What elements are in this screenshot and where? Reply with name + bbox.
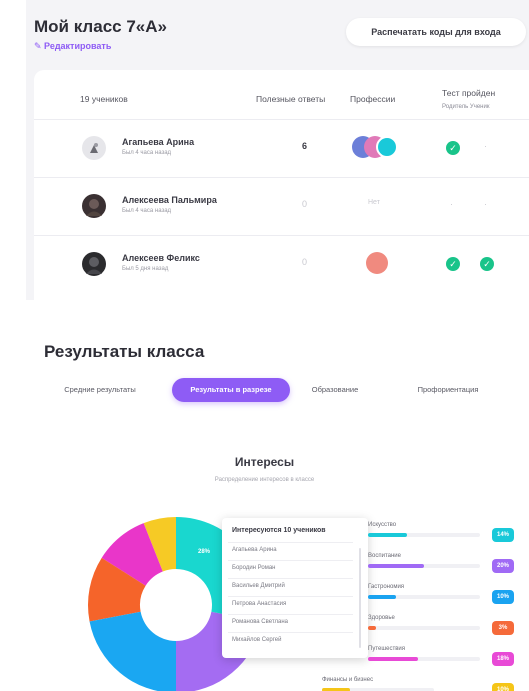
- edit-class-link[interactable]: ✎ Редактировать: [34, 41, 111, 52]
- tab-average[interactable]: Средние результаты: [50, 378, 150, 402]
- bar-track: [368, 595, 480, 599]
- col-answers: Полезные ответы: [256, 94, 326, 104]
- bar-label: Искусство: [368, 522, 397, 528]
- bar-fill: [368, 657, 419, 661]
- popup-divider: [228, 596, 353, 597]
- profession-dot[interactable]: [376, 136, 398, 158]
- students-table: 19 учеников Полезные ответы Профессии Те…: [34, 70, 529, 300]
- popup-divider: [228, 542, 353, 543]
- tab-career[interactable]: Профориентация: [400, 378, 496, 402]
- col-professions: Профессии: [350, 94, 396, 104]
- avatar: [82, 136, 106, 160]
- answers-count: 0: [302, 199, 308, 209]
- bar-fill: [368, 626, 377, 630]
- bar-fill: [368, 595, 396, 599]
- bar-percent-badge: 10%: [492, 683, 514, 691]
- bar-label: Путешествия: [368, 646, 406, 652]
- bar-track: [368, 657, 480, 661]
- bar-percent-badge: 3%: [492, 621, 514, 635]
- print-codes-button[interactable]: Распечатать коды для входа: [346, 18, 526, 46]
- table-row[interactable]: Агапьева Арина Был 4 часа назад 6 ✓ ·: [34, 120, 529, 178]
- popup-student-item[interactable]: Романова Светлана: [232, 619, 288, 625]
- student-name[interactable]: Алексеев Феликс: [122, 253, 200, 263]
- table-row[interactable]: Алексеева Пальмира Был 4 часа назад 0 Не…: [34, 178, 529, 236]
- popup-divider: [228, 632, 353, 633]
- popup-divider: [228, 614, 353, 615]
- popup-divider: [228, 578, 353, 579]
- dash-placeholder: ·: [450, 199, 453, 209]
- profession-dot[interactable]: [366, 252, 388, 274]
- bar-track: [368, 564, 480, 568]
- bar-label: Гастрономия: [368, 584, 405, 590]
- bar-label: Здоровье: [368, 615, 395, 621]
- bar-label: Воспитание: [368, 553, 401, 559]
- avatar: [82, 252, 106, 276]
- answers-count: 6: [302, 141, 308, 151]
- check-icon: ✓: [446, 141, 460, 155]
- class-panel: Мой класс 7«А» ✎ Редактировать Распечата…: [26, 0, 529, 300]
- dash-placeholder: ·: [484, 141, 487, 151]
- student-name[interactable]: Алексеева Пальмира: [122, 195, 217, 205]
- interests-subtitle: Распределение интересов в классе: [214, 477, 315, 483]
- professions-empty: Нет: [368, 199, 380, 206]
- bar-track: [368, 533, 480, 537]
- bar-percent-badge: 14%: [492, 528, 514, 542]
- col-students: 19 учеников: [80, 94, 128, 104]
- pencil-icon: ✎: [34, 41, 45, 51]
- bar-percent-badge: 10%: [492, 590, 514, 604]
- popup-student-item[interactable]: Агапьева Арина: [232, 547, 277, 553]
- popup-student-item[interactable]: Бородин Роман: [232, 565, 276, 571]
- class-title: Мой класс 7«А»: [34, 17, 167, 36]
- table-row[interactable]: Алексеев Феликс Был 5 дня назад 0 ✓ ✓: [34, 236, 529, 294]
- bar-track: [368, 626, 480, 630]
- donut-slice[interactable]: [89, 611, 176, 691]
- interests-title: Интересы: [234, 455, 295, 469]
- bar-percent-badge: 20%: [492, 559, 514, 573]
- donut-value-label: 28%: [198, 549, 211, 555]
- student-name[interactable]: Агапьева Арина: [122, 137, 194, 147]
- student-last-seen: Был 4 часа назад: [122, 150, 172, 156]
- popup-student-item[interactable]: Васильев Дмитрий: [232, 583, 285, 589]
- student-last-seen: Был 4 часа назад: [122, 208, 172, 214]
- bar-fill: [368, 564, 424, 568]
- students-popup: Интересуются 10 учеников Агапьева Арина Б…: [222, 518, 368, 658]
- results-title: Результаты класса: [44, 342, 205, 361]
- bar-label: Финансы и бизнес: [322, 677, 374, 683]
- avatar: [82, 194, 106, 218]
- bar-percent-badge: 18%: [492, 652, 514, 666]
- col-test: Тест пройден: [442, 88, 496, 98]
- popup-scrollbar[interactable]: [359, 548, 361, 648]
- student-last-seen: Был 5 дня назад: [122, 266, 169, 272]
- popup-student-item[interactable]: Петрова Анастасия: [232, 601, 286, 607]
- popup-student-item[interactable]: Михайлов Сергей: [232, 637, 281, 643]
- dash-placeholder: ·: [484, 199, 487, 209]
- check-icon: ✓: [446, 257, 460, 271]
- edit-label: Редактировать: [44, 41, 112, 51]
- tab-education[interactable]: Образование: [298, 378, 372, 402]
- check-icon: ✓: [480, 257, 494, 271]
- popup-title: Интересуются 10 учеников: [232, 527, 326, 534]
- answers-count: 0: [302, 257, 308, 267]
- col-test-sub: Родитель Ученик: [442, 104, 490, 110]
- table-header: 19 учеников Полезные ответы Профессии Те…: [34, 70, 529, 120]
- popup-divider: [228, 560, 353, 561]
- tab-breakdown[interactable]: Результаты в разрезе: [172, 378, 290, 402]
- bar-fill: [368, 533, 408, 537]
